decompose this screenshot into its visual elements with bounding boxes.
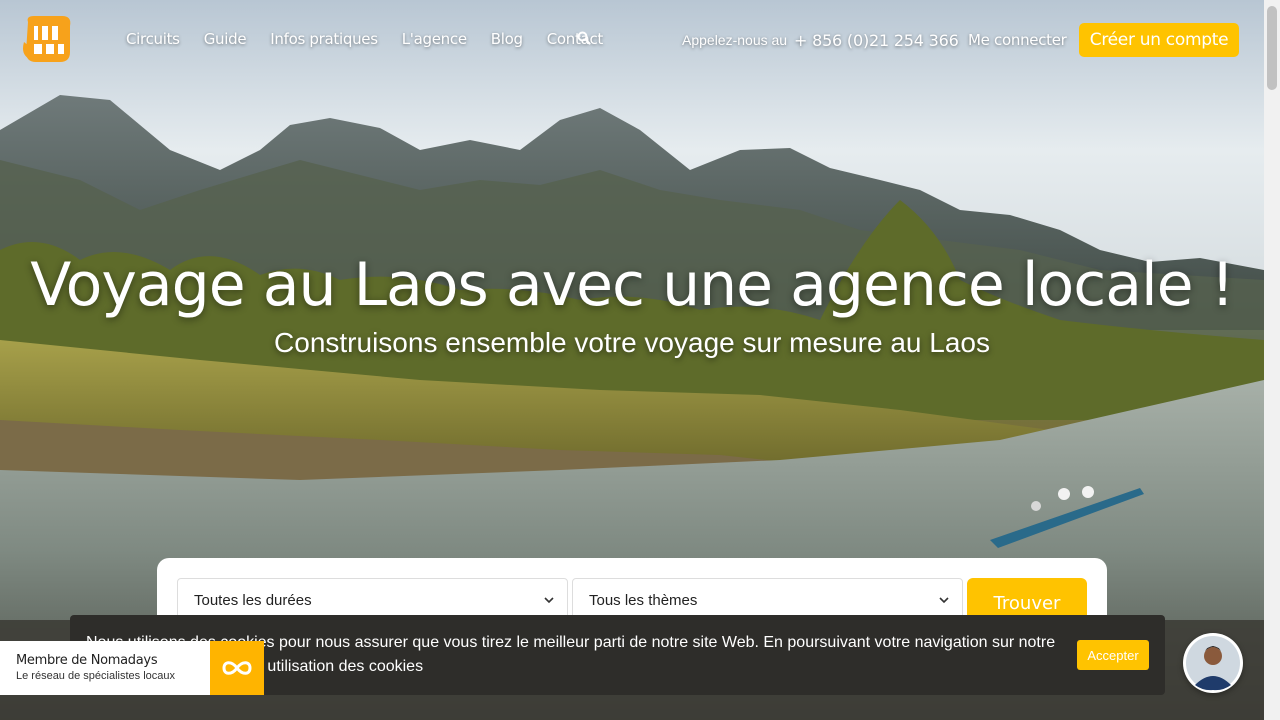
nomadays-badge[interactable]: Membre de Nomadays Le réseau de spéciali…	[0, 641, 264, 695]
infinity-icon	[210, 641, 264, 695]
nav-link-guide[interactable]: Guide	[204, 30, 247, 48]
nav-link-circuits[interactable]: Circuits	[126, 30, 180, 48]
top-navigation: Circuits Guide Infos pratiques L'agence …	[0, 0, 1264, 84]
duration-select-value: Toutes les durées	[194, 592, 312, 609]
nomadays-title: Membre de Nomadays	[16, 653, 158, 668]
chevron-down-icon	[938, 593, 950, 605]
accept-cookies-button[interactable]: Accepter	[1077, 640, 1149, 670]
chat-avatar[interactable]	[1183, 633, 1243, 693]
theme-select-value: Tous les thèmes	[589, 592, 698, 609]
nav-link-blog[interactable]: Blog	[491, 30, 523, 48]
create-account-button[interactable]: Créer un compte	[1079, 23, 1239, 57]
nav-link-agence[interactable]: L'agence	[402, 30, 467, 48]
nav-link-contact[interactable]: Contact	[547, 30, 604, 48]
nav-link-infos-pratiques[interactable]: Infos pratiques	[270, 30, 378, 48]
nomadays-subtitle: Le réseau de spécialistes locaux	[16, 670, 175, 682]
call-us-label: Appelez-nous au	[682, 32, 788, 48]
scrollbar[interactable]	[1264, 0, 1280, 720]
hero-title: Voyage au Laos avec une agence locale !	[30, 250, 1234, 320]
scrollbar-thumb[interactable]	[1267, 6, 1277, 90]
laos-mood-logo[interactable]	[22, 12, 76, 66]
login-link[interactable]: Me connecter	[968, 31, 1067, 49]
hero-subtitle: Construisons ensemble votre voyage sur m…	[274, 327, 990, 358]
chevron-down-icon	[543, 593, 555, 605]
search-icon[interactable]	[577, 30, 593, 46]
phone-number[interactable]: + 856 (0)21 254 366	[794, 31, 959, 50]
main-menu: Circuits Guide Infos pratiques L'agence …	[126, 30, 627, 48]
